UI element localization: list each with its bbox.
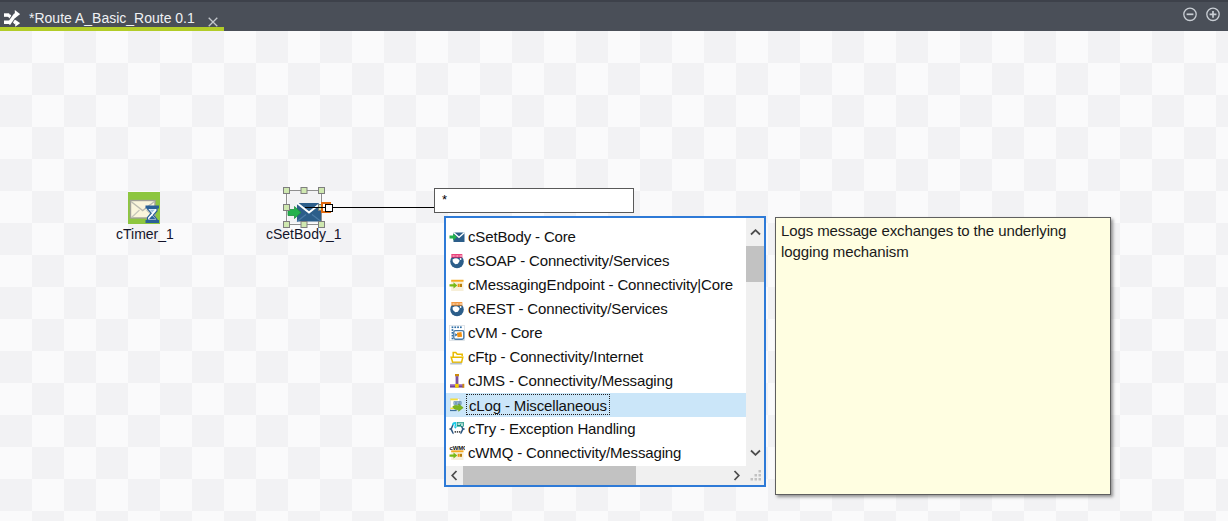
svg-text:cWMQ: cWMQ: [450, 445, 466, 451]
